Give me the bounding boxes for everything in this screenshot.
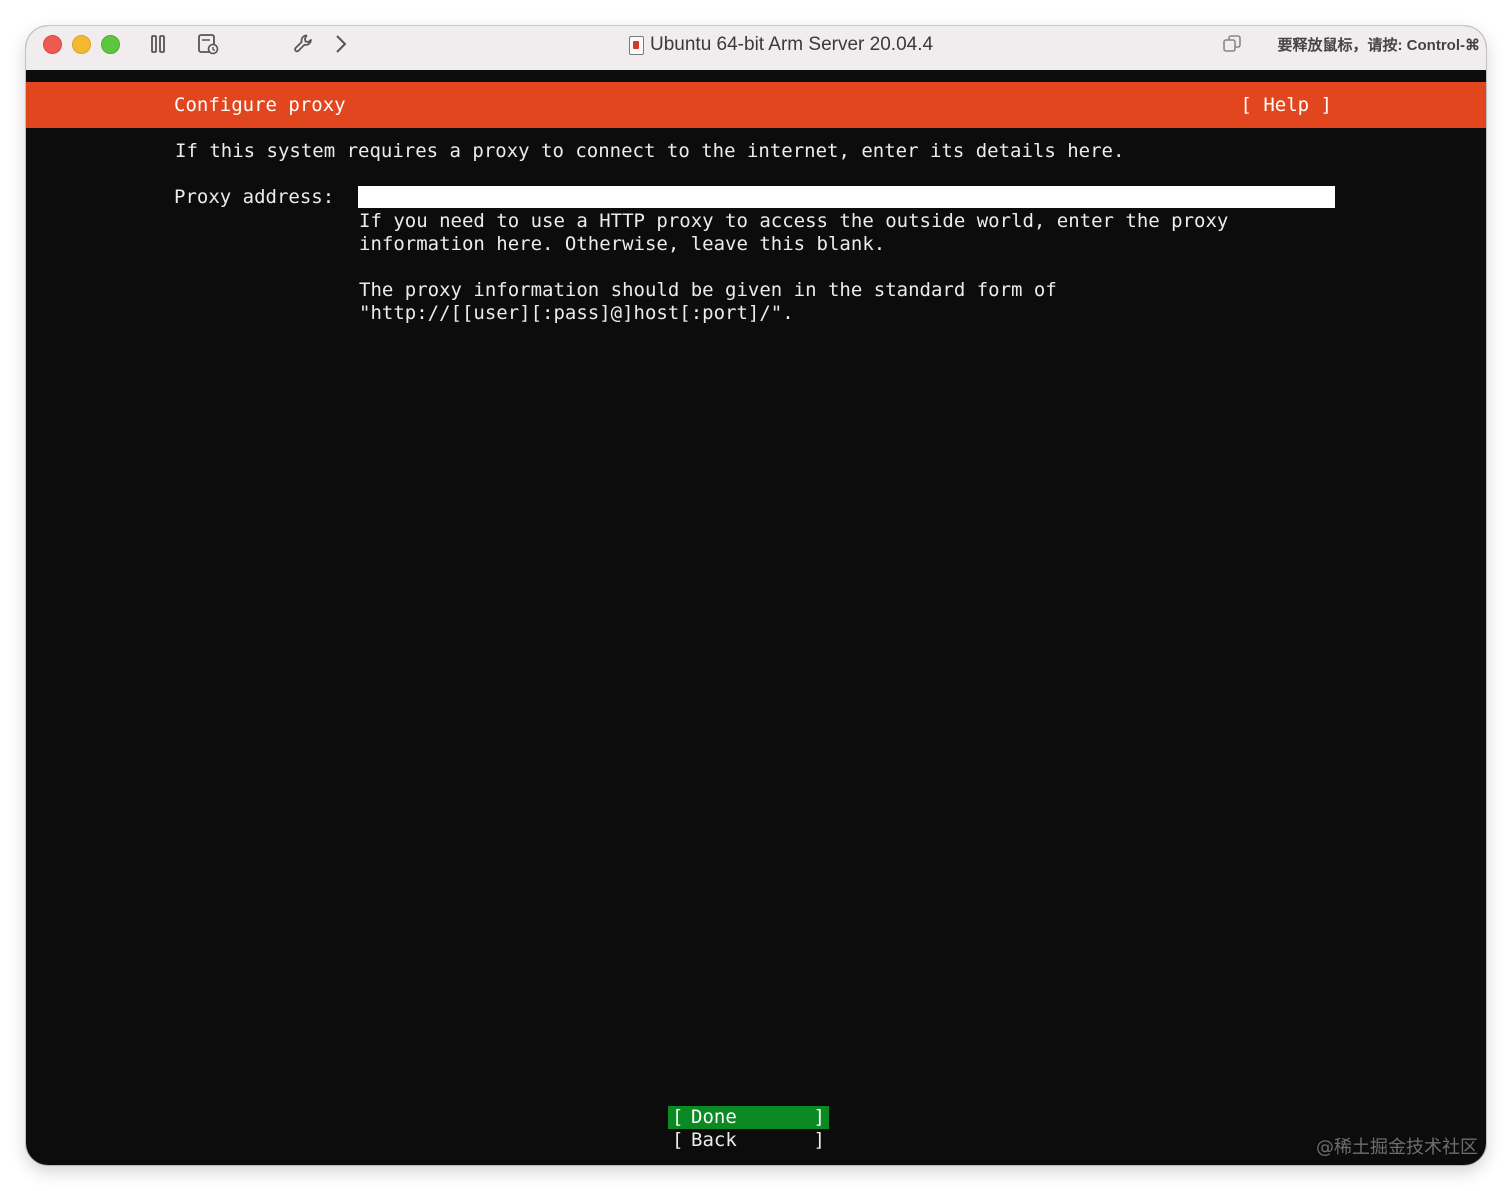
done-button-right-bracket: ] — [813, 1106, 825, 1128]
done-button-left-bracket: [ — [672, 1106, 684, 1128]
proxy-help-line: information here. Otherwise, leave this … — [359, 233, 886, 255]
snapshot-icon[interactable] — [196, 32, 220, 56]
done-button[interactable]: [ Done ] — [668, 1106, 829, 1129]
minimize-window-button[interactable] — [72, 35, 91, 54]
close-window-button[interactable] — [43, 35, 62, 54]
installer-header: Configure proxy [ Help ] — [26, 82, 1486, 128]
window-titlebar: Ubuntu 64-bit Arm Server 20.04.4 要释放鼠标，请… — [26, 26, 1486, 70]
help-button[interactable]: [ Help ] — [1240, 94, 1332, 117]
back-button-left-bracket: [ — [672, 1129, 684, 1151]
vm-window: Ubuntu 64-bit Arm Server 20.04.4 要释放鼠标，请… — [26, 26, 1486, 1165]
release-mouse-hint: 要释放鼠标，请按: Control-⌘ — [1277, 37, 1480, 54]
wrench-icon[interactable] — [292, 32, 316, 56]
proxy-address-label: Proxy address: — [174, 186, 335, 208]
zoom-window-button[interactable] — [101, 35, 120, 54]
window-title: Ubuntu 64-bit Arm Server 20.04.4 — [629, 33, 933, 57]
watermark: @稀土掘金技术社区 — [1316, 1137, 1478, 1158]
proxy-address-input[interactable] — [358, 186, 1335, 208]
back-button-label: Back — [691, 1129, 737, 1151]
window-title-text: Ubuntu 64-bit Arm Server 20.04.4 — [650, 34, 934, 55]
proxy-help-line: If you need to use a HTTP proxy to acces… — [359, 210, 1229, 232]
chevron-right-icon[interactable] — [329, 32, 353, 56]
back-button[interactable]: [ Back ] — [668, 1129, 829, 1152]
back-button-right-bracket: ] — [813, 1129, 825, 1151]
intro-text: If this system requires a proxy to conne… — [175, 140, 1125, 162]
vm-document-icon — [629, 35, 644, 55]
page-title: Configure proxy — [174, 94, 346, 116]
titlebar-divider — [26, 70, 1486, 82]
pause-icon[interactable] — [146, 32, 170, 56]
restore-window-icon[interactable] — [1220, 32, 1244, 56]
done-button-label: Done — [691, 1106, 737, 1128]
proxy-help-line: "http://[[user][:pass]@]host[:port]/". — [359, 302, 794, 324]
proxy-help-line: The proxy information should be given in… — [359, 279, 1057, 301]
